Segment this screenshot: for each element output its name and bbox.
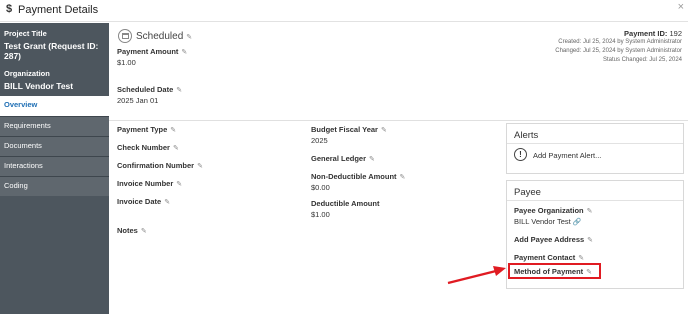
payment-type-field[interactable]: Payment Type ✎ [117, 125, 176, 134]
invoice-date-field[interactable]: Invoice Date ✎ [117, 197, 170, 206]
pencil-icon[interactable]: ✎ [170, 127, 176, 134]
budget-fiscal-year-label[interactable]: Budget Fiscal Year ✎ [311, 125, 387, 134]
invoice-number-field[interactable]: Invoice Number ✎ [117, 179, 182, 188]
pencil-icon[interactable]: ✎ [400, 174, 406, 181]
non-deductible-amount-value: $0.00 [311, 183, 330, 192]
confirmation-number-field[interactable]: Confirmation Number ✎ [117, 161, 203, 170]
annotation-highlight-box [508, 263, 601, 279]
pencil-icon[interactable]: ✎ [197, 163, 203, 170]
pencil-icon[interactable]: ✎ [141, 228, 147, 235]
link-icon[interactable]: 🔗 [573, 219, 582, 226]
sidebar-item-interactions[interactable]: Interactions [0, 156, 109, 176]
payee-organization-value[interactable]: BILL Vendor Test 🔗 [514, 217, 581, 226]
sidebar-item-label: Requirements [4, 121, 51, 130]
card-divider [507, 200, 683, 201]
changed-info: Changed: Jul 25, 2024 by System Administ… [555, 48, 682, 54]
payment-contact-field[interactable]: Payment Contact ✎ [514, 253, 584, 262]
scheduled-date-label[interactable]: Scheduled Date ✎ [117, 85, 182, 94]
close-icon[interactable]: × [678, 1, 684, 13]
check-number-field[interactable]: Check Number ✎ [117, 143, 179, 152]
payment-amount-label[interactable]: Payment Amount ✎ [117, 47, 187, 56]
organization-label: Organization [4, 69, 50, 78]
sidebar-item-label: Coding [4, 181, 28, 190]
window-title: Payment Details [18, 4, 99, 16]
dollar-icon: $ [6, 3, 13, 15]
pencil-icon[interactable]: ✎ [578, 255, 584, 262]
alert-icon[interactable]: ! [514, 148, 527, 161]
card-divider [507, 143, 683, 144]
organization-value: BILL Vendor Test [4, 81, 74, 91]
status-changed-info: Status Changed: Jul 25, 2024 [602, 57, 682, 63]
scheduled-date-value: 2025 Jan 01 [117, 96, 159, 105]
sidebar-item-documents[interactable]: Documents [0, 136, 109, 156]
sidebar-item-requirements[interactable]: Requirements [0, 116, 109, 136]
sidebar-item-coding[interactable]: Coding [0, 176, 109, 196]
pencil-icon[interactable]: ✎ [369, 156, 375, 163]
section-divider [109, 120, 688, 121]
payee-title: Payee [514, 187, 541, 198]
sidebar: Project Title Test Grant (Request ID: 28… [0, 23, 109, 314]
pencil-icon[interactable]: ✎ [587, 237, 593, 244]
notes-field[interactable]: Notes ✎ [117, 226, 147, 235]
sidebar-item-label: Documents [4, 141, 42, 150]
pencil-icon[interactable]: ✎ [173, 145, 179, 152]
pencil-icon[interactable]: ✎ [587, 208, 593, 215]
pencil-icon[interactable]: ✎ [186, 34, 192, 41]
annotation-arrow-icon [447, 266, 506, 285]
project-title-label: Project Title [4, 29, 47, 38]
deductible-amount-label: Deductible Amount [311, 199, 380, 208]
budget-fiscal-year-value: 2025 [311, 136, 328, 145]
sidebar-item-overview[interactable]: Overview [0, 96, 109, 116]
created-info: Created: Jul 25, 2024 by System Administ… [558, 39, 682, 45]
status-text[interactable]: Scheduled ✎ [136, 31, 192, 42]
pencil-icon[interactable]: ✎ [164, 199, 170, 206]
pencil-icon[interactable]: ✎ [176, 181, 182, 188]
payment-amount-value: $1.00 [117, 58, 136, 67]
project-title-value: Test Grant (Request ID: 287) [4, 41, 99, 61]
pencil-icon[interactable]: ✎ [176, 87, 182, 94]
sidebar-item-label: Interactions [4, 161, 43, 170]
non-deductible-amount-label[interactable]: Non-Deductible Amount ✎ [311, 172, 405, 181]
alerts-title: Alerts [514, 130, 539, 141]
add-payment-alert-link[interactable]: Add Payment Alert... [533, 151, 601, 160]
sidebar-item-label: Overview [4, 100, 38, 109]
general-ledger-field[interactable]: General Ledger ✎ [311, 154, 375, 163]
add-payee-address-field[interactable]: Add Payee Address ✎ [514, 235, 593, 244]
alerts-card: Alerts ! Add Payment Alert... [506, 123, 684, 174]
main-panel: Scheduled ✎ Payment Amount ✎ $1.00 Payment… [109, 23, 688, 314]
payment-id: Payment ID: 192 [624, 29, 682, 38]
title-bar: $ Payment Details × [0, 0, 688, 22]
pencil-icon[interactable]: ✎ [381, 127, 387, 134]
deductible-amount-value: $1.00 [311, 210, 330, 219]
calendar-icon [118, 29, 132, 43]
pencil-icon[interactable]: ✎ [181, 49, 187, 56]
payee-organization-label[interactable]: Payee Organization ✎ [514, 206, 592, 215]
